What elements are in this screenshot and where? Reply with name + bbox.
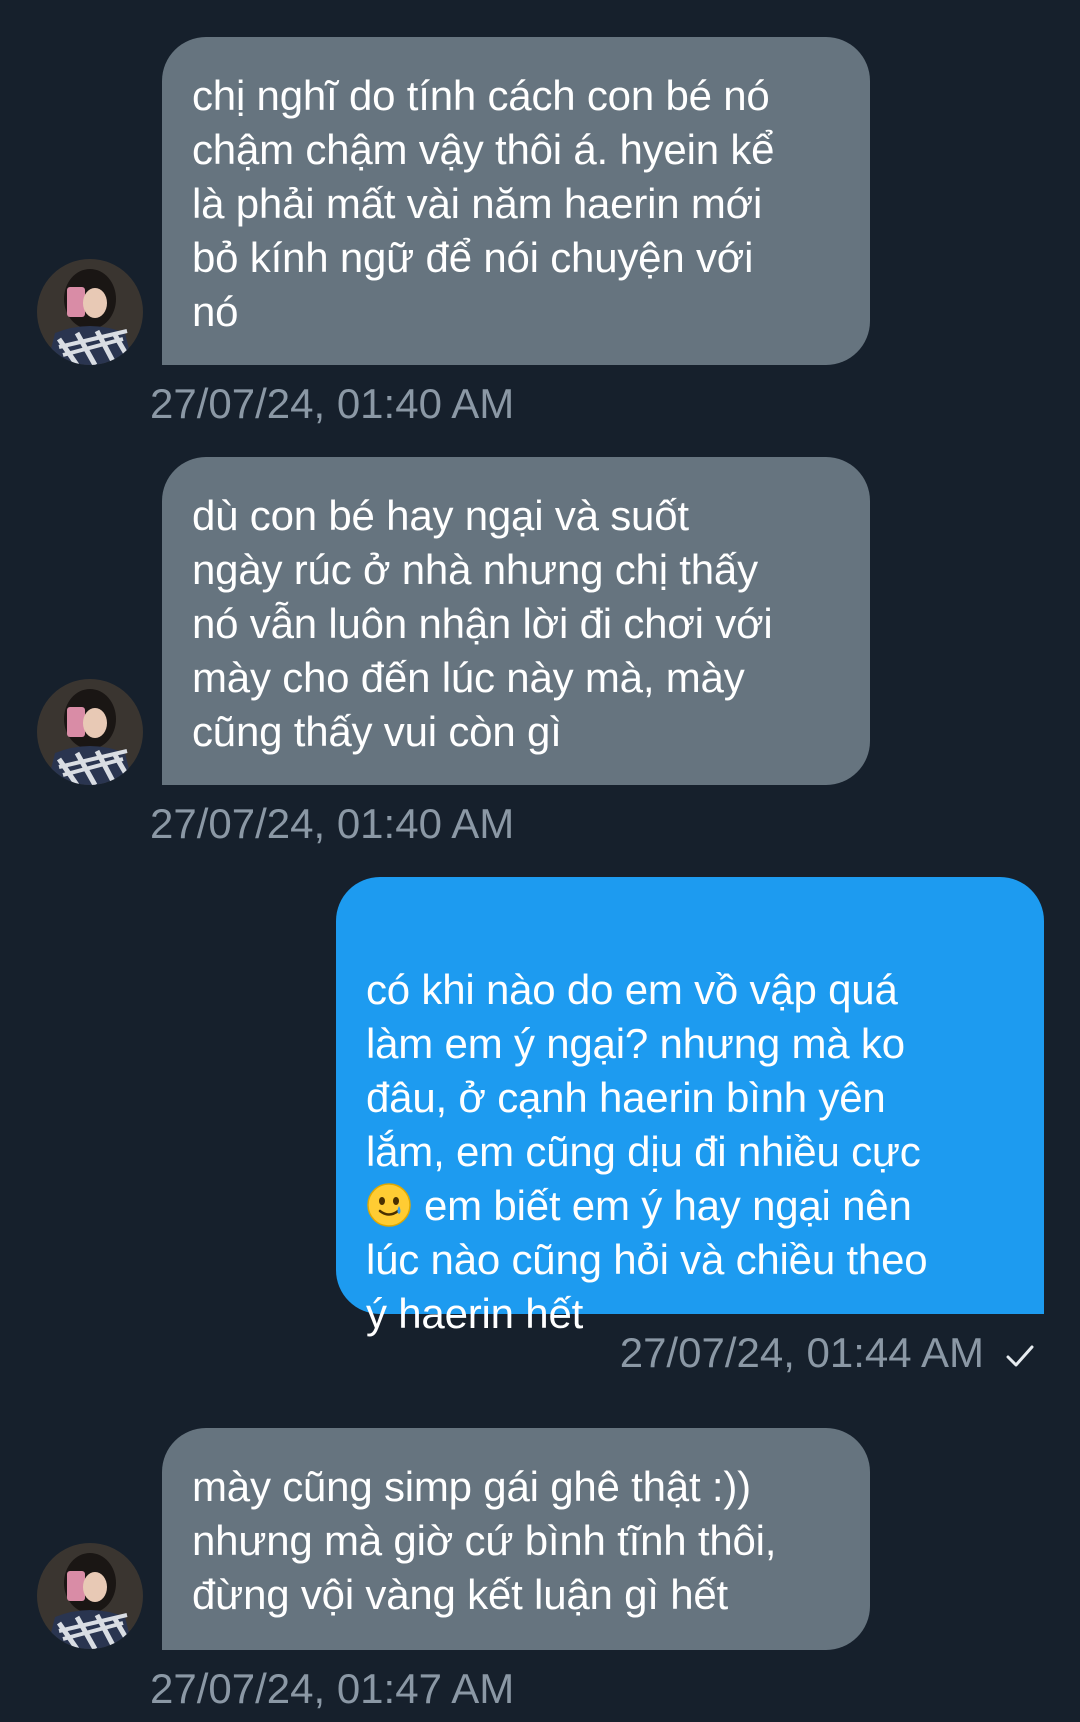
contact-avatar[interactable] [37,259,143,365]
message-timestamp: 27/07/24, 01:47 AM [150,1665,515,1712]
message-text: em biết em ý hay ngại nên lúc nào cũng h… [366,1182,928,1337]
chat-thread[interactable]: chị nghĩ do tính cách con bé nó chậm chậ… [0,0,1080,1722]
message-bubble-outgoing[interactable]: có khi nào do em vồ vập quá làm em ý ngạ… [336,877,1044,1337]
smiling-face-with-tear-icon [366,1182,412,1228]
contact-avatar[interactable] [37,1543,143,1649]
contact-avatar[interactable] [37,679,143,785]
message-bubble-incoming[interactable]: chị nghĩ do tính cách con bé nó chậm chậ… [162,37,870,365]
message-bubble-incoming[interactable]: mày cũng simp gái ghê thật :)) nhưng mà … [162,1428,870,1650]
message-text: có khi nào do em vồ vập quá làm em ý ngạ… [366,966,921,1175]
message-timestamp: 27/07/24, 01:40 AM [150,380,515,427]
message-timestamp: 27/07/24, 01:40 AM [150,800,515,847]
message-meta: 27/07/24, 01:44 AM [620,1328,1038,1378]
message-bubble-incoming[interactable]: dù con bé hay ngại và suốt ngày rúc ở nh… [162,457,870,785]
message-timestamp: 27/07/24, 01:44 AM [619,1329,984,1376]
check-icon [1002,1335,1038,1371]
